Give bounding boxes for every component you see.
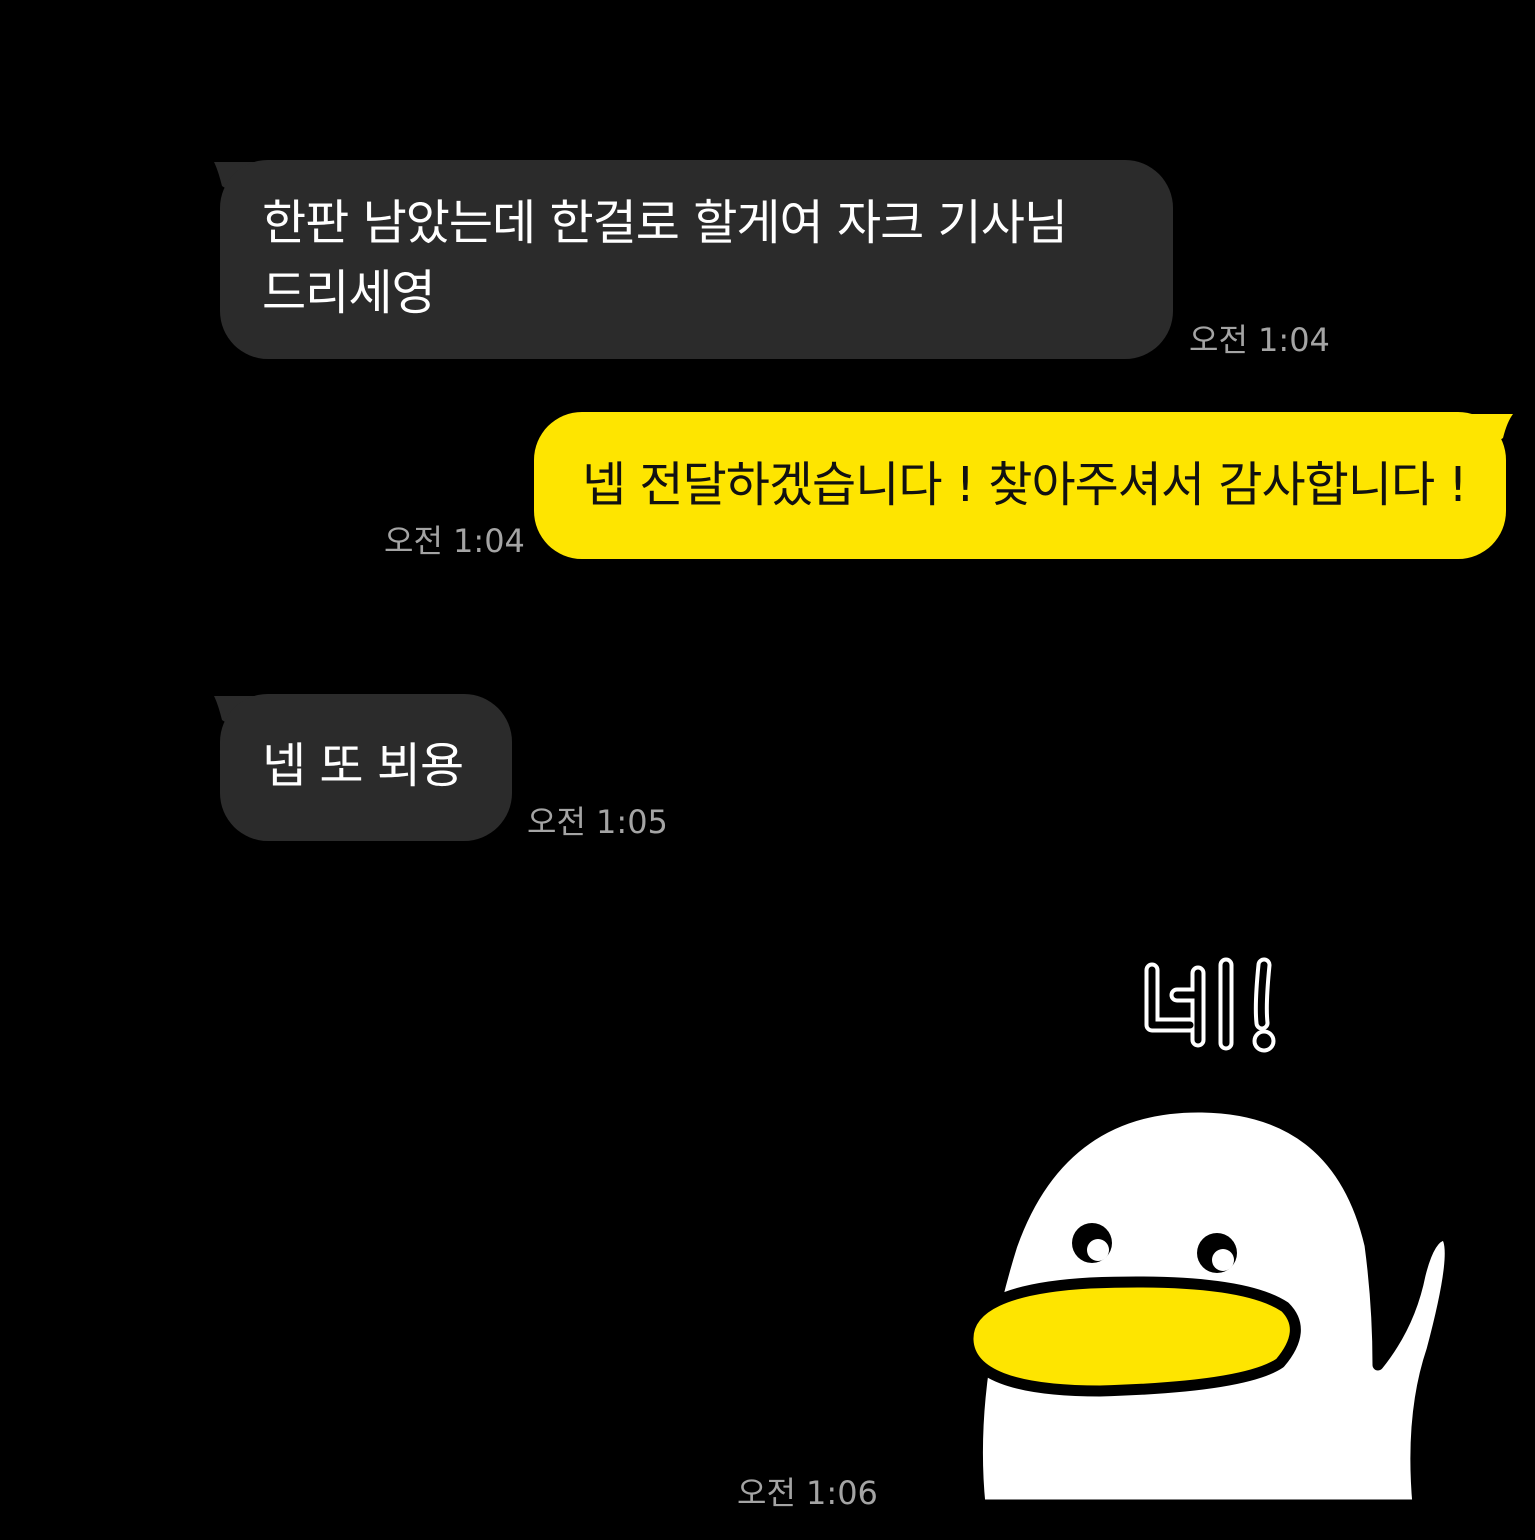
message-text: 한판 남았는데 한걸로 할게여 자크 기사님 드리세영 — [262, 195, 1068, 321]
message-timestamp: 오전 1:04 — [1189, 321, 1330, 359]
sticker-image — [962, 957, 1456, 1511]
message-bubble[interactable]: 넵 또 뵈용 — [220, 694, 512, 841]
message-timestamp: 오전 1:06 — [737, 1474, 878, 1512]
message-text: 넵 또 뵈용 — [262, 738, 464, 794]
message-bubble[interactable]: 넵 전달하겠습니다 ! 찾아주셔서 감사합니다 ! — [534, 412, 1506, 559]
duck-beak — [962, 1276, 1301, 1397]
message-timestamp: 오전 1:04 — [384, 522, 525, 560]
message-text: 넵 전달하겠습니다 ! 찾아주셔서 감사합니다 ! — [582, 457, 1468, 513]
yellow-beak-duck-waving-icon[interactable] — [940, 945, 1500, 1536]
message-bubble[interactable]: 한판 남았는데 한걸로 할게여 자크 기사님 드리세영 — [220, 160, 1173, 359]
sticker-caption — [1144, 957, 1276, 1053]
message-timestamp: 오전 1:05 — [527, 803, 668, 841]
